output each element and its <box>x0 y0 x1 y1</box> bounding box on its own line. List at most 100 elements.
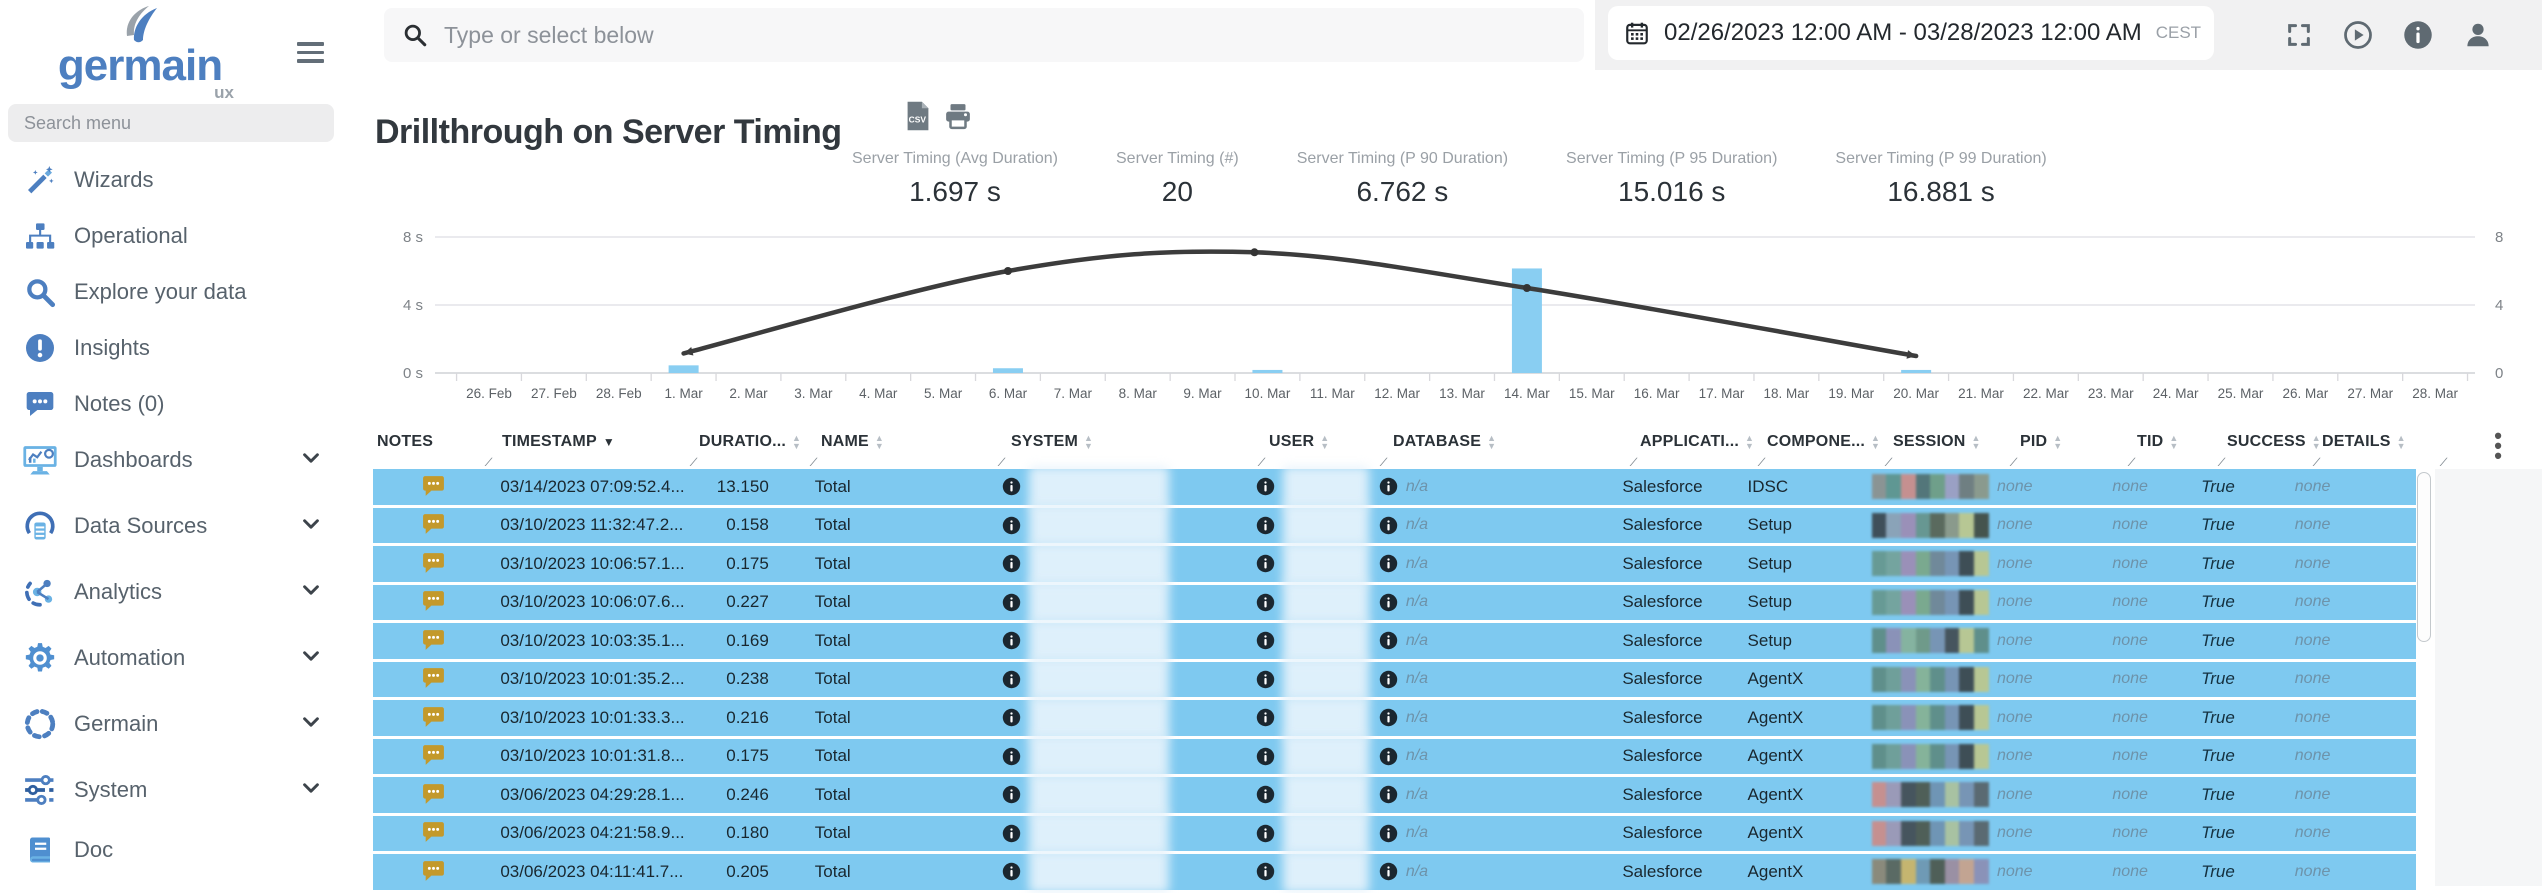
sidebar-item-wizards[interactable]: Wizards <box>0 152 366 208</box>
info-icon[interactable] <box>1379 670 1398 689</box>
table-row[interactable]: 03/10/2023 10:06:07.6...0.227Totaln/aSal… <box>373 585 2416 621</box>
sidebar-item-dashboards[interactable]: Dashboards <box>0 432 366 488</box>
table-row[interactable]: 03/06/2023 04:21:58.9...0.180Totaln/aSal… <box>373 816 2416 852</box>
date-range-picker[interactable]: 02/26/2023 12:00 AM - 03/28/2023 12:00 A… <box>1608 6 2214 60</box>
info-icon[interactable] <box>1256 477 1275 496</box>
table-row[interactable]: 03/10/2023 10:01:35.2...0.238Totaln/aSal… <box>373 662 2416 698</box>
info-button[interactable] <box>2403 20 2433 50</box>
sidebar-item-automation[interactable]: Automation <box>0 630 366 686</box>
info-icon[interactable] <box>1256 631 1275 650</box>
column-header-database[interactable]: DATABASE▲▼∕∕ <box>1385 425 1635 469</box>
sidebar-item-system[interactable]: System <box>0 762 366 818</box>
cell-tid: none <box>2108 508 2197 544</box>
replay-button[interactable] <box>2343 20 2373 50</box>
note-comment-icon[interactable] <box>421 590 446 614</box>
sidebar-search-input[interactable] <box>8 104 334 142</box>
note-comment-icon[interactable] <box>421 783 446 807</box>
info-icon[interactable] <box>1256 862 1275 881</box>
info-icon[interactable] <box>1379 708 1398 727</box>
table-row[interactable]: 03/06/2023 04:11:41.7...0.205Totaln/aSal… <box>373 854 2416 890</box>
column-header-details[interactable]: DETAILS▲▼∕∕ <box>2318 425 2445 469</box>
info-icon[interactable] <box>1002 554 1021 573</box>
column-header-pid[interactable]: PID▲▼∕∕ <box>2015 425 2133 469</box>
table-row[interactable]: 03/10/2023 10:01:33.3...0.216Totaln/aSal… <box>373 700 2416 736</box>
table-options-menu-icon[interactable]: ••• <box>2494 431 2502 460</box>
info-icon[interactable] <box>1379 747 1398 766</box>
cell-notes <box>373 816 488 852</box>
column-header-user[interactable]: USER▲▼∕∕ <box>1263 425 1385 469</box>
column-resize-handle[interactable]: ∕∕ <box>2441 455 2444 469</box>
note-comment-icon[interactable] <box>421 513 446 537</box>
info-icon[interactable] <box>1256 593 1275 612</box>
table-row[interactable]: 03/10/2023 10:06:57.1...0.175Totaln/aSal… <box>373 546 2416 582</box>
info-icon[interactable] <box>1002 593 1021 612</box>
app-logo[interactable]: germain ux <box>40 2 240 103</box>
info-icon[interactable] <box>1002 708 1021 727</box>
user-button[interactable] <box>2463 20 2493 50</box>
sidebar-item-data-sources[interactable]: Data Sources <box>0 498 366 554</box>
global-search-bar[interactable] <box>384 8 1584 62</box>
export-csv-button[interactable]: CSV <box>905 100 931 137</box>
table-row[interactable]: 03/14/2023 07:09:52.4...13.150Totaln/aSa… <box>373 469 2416 505</box>
info-icon[interactable] <box>1002 824 1021 843</box>
print-button[interactable] <box>943 101 973 136</box>
fullscreen-button[interactable] <box>2285 21 2313 49</box>
sidebar-item-doc[interactable]: Doc <box>0 822 366 878</box>
info-icon[interactable] <box>1002 516 1021 535</box>
hamburger-menu-icon[interactable] <box>297 42 324 68</box>
note-comment-icon[interactable] <box>421 552 446 576</box>
info-icon[interactable] <box>1002 477 1021 496</box>
info-icon[interactable] <box>1256 554 1275 573</box>
info-icon[interactable] <box>1002 631 1021 650</box>
note-comment-icon[interactable] <box>421 629 446 653</box>
column-header-name[interactable]: NAME▲▼∕∕ <box>815 425 1003 469</box>
column-header-component[interactable]: COMPONE...▲▼∕∕ <box>1763 425 1890 469</box>
cell-name: Total <box>809 469 994 505</box>
table-row[interactable]: 03/10/2023 11:32:47.2...0.158Totaln/aSal… <box>373 508 2416 544</box>
note-comment-icon[interactable] <box>421 667 446 691</box>
column-header-success[interactable]: SUCCESS▲▼∕∕ <box>2223 425 2318 469</box>
info-icon[interactable] <box>1379 477 1398 496</box>
sidebar-item-operational[interactable]: Operational <box>0 208 366 264</box>
column-header-tid[interactable]: TID▲▼∕∕ <box>2133 425 2223 469</box>
info-icon[interactable] <box>1379 862 1398 881</box>
info-icon[interactable] <box>1379 824 1398 843</box>
note-comment-icon[interactable] <box>421 744 446 768</box>
table-row[interactable]: 03/06/2023 04:29:28.1...0.246Totaln/aSal… <box>373 777 2416 813</box>
info-icon[interactable] <box>1256 516 1275 535</box>
table-row[interactable]: 03/10/2023 10:01:31.8...0.175Totaln/aSal… <box>373 739 2416 775</box>
sidebar-item-insights[interactable]: Insights <box>0 320 366 376</box>
info-icon[interactable] <box>1256 747 1275 766</box>
table-row[interactable]: 03/10/2023 10:03:35.1...0.169Totaln/aSal… <box>373 623 2416 659</box>
cell-session <box>1869 623 1992 659</box>
note-comment-icon[interactable] <box>421 821 446 845</box>
sidebar-item-explore-your-data[interactable]: Explore your data <box>0 264 366 320</box>
sidebar-item-analytics[interactable]: Analytics <box>0 564 366 620</box>
sidebar-item-germain[interactable]: Germain <box>0 696 366 752</box>
table-scrollbar-thumb[interactable] <box>2417 472 2431 642</box>
column-header-system[interactable]: SYSTEM▲▼∕∕ <box>1003 425 1263 469</box>
global-search-input[interactable] <box>442 21 1446 50</box>
column-header-application[interactable]: APPLICATI...▲▼∕∕ <box>1635 425 1763 469</box>
column-header-duration[interactable]: DURATIO...▲▼∕∕ <box>695 425 815 469</box>
info-icon[interactable] <box>1256 785 1275 804</box>
note-comment-icon[interactable] <box>421 475 446 499</box>
column-header-session[interactable]: SESSION▲▼∕∕ <box>1890 425 2015 469</box>
info-icon[interactable] <box>1002 670 1021 689</box>
info-icon[interactable] <box>1002 747 1021 766</box>
info-icon[interactable] <box>1379 785 1398 804</box>
info-icon[interactable] <box>1379 554 1398 573</box>
info-icon[interactable] <box>1002 785 1021 804</box>
info-icon[interactable] <box>1256 824 1275 843</box>
note-comment-icon[interactable] <box>421 860 446 884</box>
info-icon[interactable] <box>1256 670 1275 689</box>
info-icon[interactable] <box>1379 593 1398 612</box>
sidebar-item-notes-0[interactable]: Notes (0) <box>0 376 366 432</box>
column-header-timestamp[interactable]: TIMESTAMP▼∕∕ <box>490 425 695 469</box>
note-comment-icon[interactable] <box>421 706 446 730</box>
info-icon[interactable] <box>1379 631 1398 650</box>
info-icon[interactable] <box>1379 516 1398 535</box>
svg-text:9. Mar: 9. Mar <box>1183 386 1222 401</box>
info-icon[interactable] <box>1002 862 1021 881</box>
info-icon[interactable] <box>1256 708 1275 727</box>
